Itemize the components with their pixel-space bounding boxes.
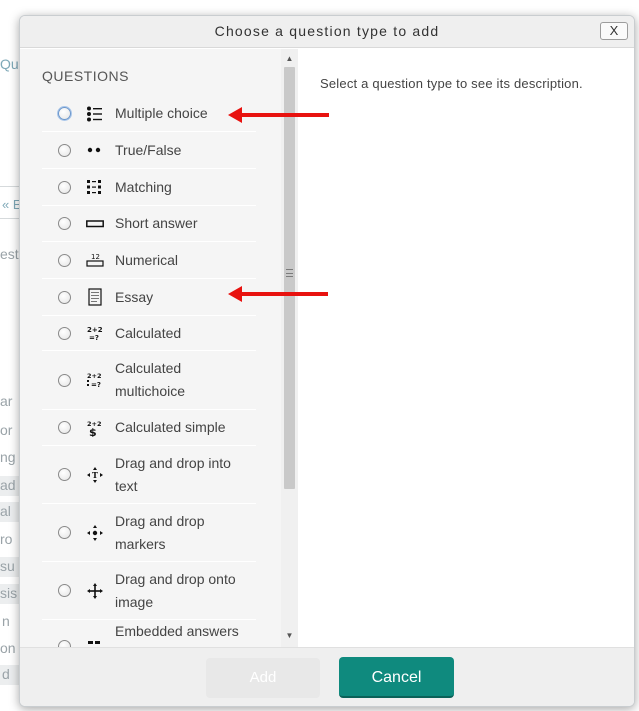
question-type-label: Essay: [115, 288, 154, 305]
radio-button[interactable]: [58, 421, 71, 434]
question-type-option[interactable]: Matching: [42, 169, 256, 206]
scroll-up-arrow-icon[interactable]: ▲: [281, 52, 298, 66]
description-pane: Select a question type to see its descri…: [299, 49, 634, 647]
svg-text:=?: =?: [89, 334, 99, 342]
question-type-option[interactable]: Multiple choice: [42, 96, 256, 132]
bg-fragment: al: [0, 503, 11, 519]
matching-icon: [87, 180, 101, 194]
calculated-icon: 2+2 =?: [87, 326, 103, 342]
close-button[interactable]: X: [600, 22, 628, 40]
drag-drop-markers-icon: [87, 524, 103, 541]
radio-button[interactable]: [58, 526, 71, 539]
question-type-label: Drag and drop into text: [115, 454, 231, 494]
question-type-list: Multiple choice True/False Matching Shor…: [42, 96, 256, 647]
question-type-option[interactable]: 2+2 $ Calculated simple: [42, 410, 256, 446]
bg-fragment: ad: [0, 477, 16, 493]
bg-fragment: ro: [0, 531, 13, 547]
radio-button[interactable]: [58, 584, 71, 597]
annotation-arrow-icon: [228, 286, 328, 302]
svg-text:T: T: [92, 470, 98, 480]
radio-button[interactable]: [58, 326, 71, 340]
question-type-option[interactable]: Short answer: [42, 206, 256, 242]
svg-text:2+2: 2+2: [87, 372, 102, 380]
numerical-icon: 12: [86, 253, 104, 267]
radio-button[interactable]: [58, 290, 71, 304]
question-type-option[interactable]: Drag and drop markers: [42, 504, 256, 562]
dialog-title: Choose a question type to add: [214, 23, 440, 39]
svg-text:2+2: 2+2: [87, 326, 103, 334]
svg-text:12: 12: [91, 253, 100, 261]
radio-button[interactable]: [58, 640, 71, 647]
description-placeholder: Select a question type to see its descri…: [320, 76, 583, 91]
question-type-label: Embedded answers: [115, 623, 239, 639]
bg-fragment: n: [2, 613, 10, 629]
question-type-label: Drag and drop markers: [115, 512, 205, 552]
question-type-label: Calculated multichoice: [115, 360, 186, 399]
question-type-label: Numerical: [115, 251, 179, 268]
question-type-option[interactable]: Embedded answers: [42, 620, 256, 647]
radio-button[interactable]: [58, 143, 71, 157]
question-type-list-pane: QUESTIONS Multiple choice True/False Mat…: [20, 49, 298, 647]
annotation-arrow-icon: [228, 107, 329, 123]
radio-button[interactable]: [58, 468, 71, 481]
scrollbar-thumb[interactable]: [284, 67, 295, 489]
svg-text:$: $: [89, 426, 97, 437]
radio-button[interactable]: [58, 107, 71, 120]
calculated-simple-icon: 2+2 $: [87, 420, 102, 437]
bg-fragment: Qu: [0, 56, 19, 72]
question-type-label: Short answer: [115, 215, 198, 231]
radio-button[interactable]: [58, 217, 71, 230]
true-false-icon: [87, 147, 101, 153]
question-type-dialog: Choose a question type to add X QUESTION…: [19, 15, 635, 707]
embedded-answers-icon: [88, 641, 100, 644]
dialog-header: Choose a question type to add X: [20, 16, 634, 48]
question-type-label: Calculated simple: [115, 419, 226, 435]
bg-fragment: sis: [0, 585, 18, 601]
bg-fragment: or: [0, 422, 13, 438]
radio-button[interactable]: [58, 373, 71, 387]
drag-drop-text-icon: T: [87, 466, 103, 483]
radio-button[interactable]: [58, 180, 71, 194]
question-type-option[interactable]: 12 Numerical: [42, 242, 256, 279]
question-type-label: Matching: [115, 178, 172, 195]
question-type-label: Calculated: [115, 324, 182, 341]
add-button[interactable]: Add: [206, 658, 320, 698]
short-answer-icon: [86, 219, 104, 227]
drag-drop-image-icon: [87, 582, 103, 599]
list-scrollbar[interactable]: ▲ ▼: [281, 49, 298, 647]
question-type-label: Multiple choice: [115, 105, 208, 121]
multiple-choice-icon: [87, 106, 102, 121]
bg-fragment: su: [0, 558, 15, 574]
svg-text:=?: =?: [91, 381, 101, 389]
question-type-option[interactable]: 2+2 =? Calculated multichoice: [42, 351, 256, 410]
question-type-option[interactable]: True/False: [42, 132, 256, 169]
question-type-option[interactable]: Essay: [42, 279, 256, 316]
bg-fragment: ar: [0, 393, 13, 409]
question-type-option[interactable]: T Drag and drop into text: [42, 446, 256, 504]
bg-fragment: on: [0, 640, 16, 656]
question-type-label: True/False: [115, 141, 182, 158]
dialog-footer: Add Cancel: [20, 647, 634, 706]
question-type-option[interactable]: Drag and drop onto image: [42, 562, 256, 620]
question-type-label: Drag and drop onto image: [115, 570, 236, 610]
essay-icon: [88, 288, 102, 306]
scroll-down-arrow-icon[interactable]: ▼: [281, 629, 298, 643]
grip-icon: [286, 269, 293, 277]
bg-fragment: d: [2, 666, 10, 682]
bg-fragment: ng: [0, 449, 16, 465]
bg-fragment: est: [0, 246, 19, 262]
question-type-option[interactable]: 2+2 =? Calculated: [42, 316, 256, 351]
section-heading: QUESTIONS: [42, 68, 129, 84]
cancel-button[interactable]: Cancel: [339, 657, 454, 698]
calculated-multichoice-icon: 2+2 =?: [87, 372, 102, 389]
radio-button[interactable]: [58, 253, 71, 267]
